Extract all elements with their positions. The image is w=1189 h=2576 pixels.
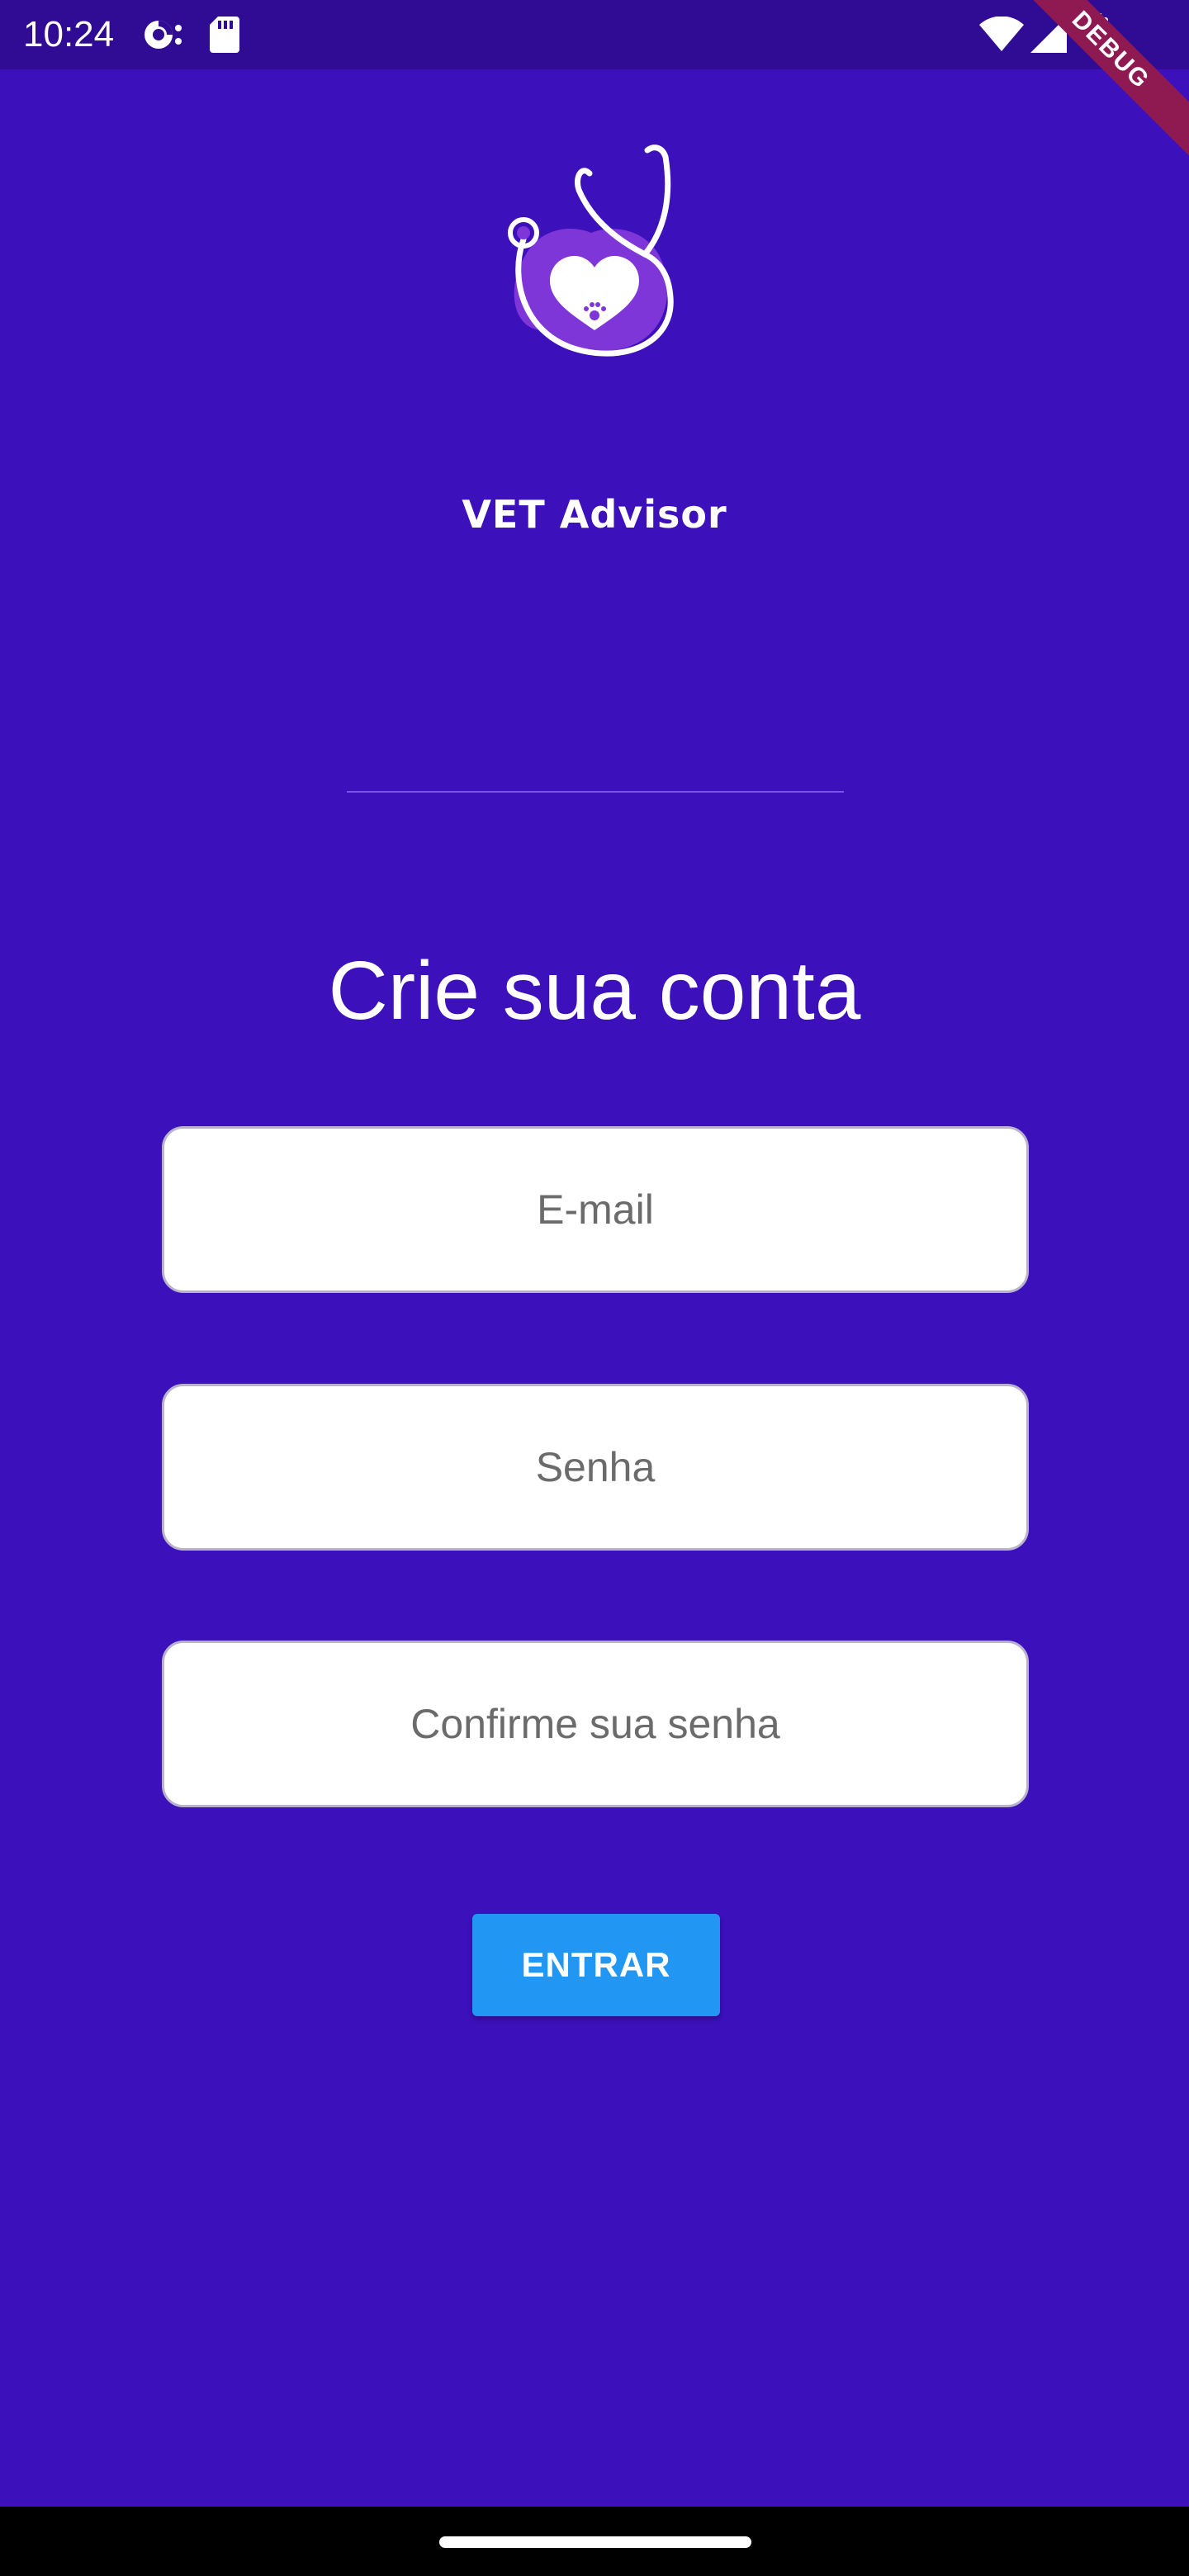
home-indicator[interactable] — [439, 2536, 751, 2548]
status-bar: 10:24 — [0, 0, 1189, 69]
page-title: Crie sua conta — [328, 945, 861, 1037]
enter-button[interactable]: ENTRAR — [472, 1914, 720, 2016]
password-field[interactable] — [162, 1384, 1029, 1551]
stethoscope-heart-logo — [508, 144, 674, 357]
wifi-icon — [979, 17, 1024, 51]
status-time: 10:24 — [23, 14, 115, 54]
navigation-bar — [0, 2507, 1189, 2576]
pocket-casts-icon — [144, 21, 182, 49]
confirm-password-field[interactable] — [162, 1641, 1029, 1807]
divider — [347, 791, 844, 793]
app-name: VET Advisor — [462, 492, 727, 537]
sd-card-icon — [210, 17, 239, 53]
email-field[interactable] — [162, 1126, 1029, 1293]
